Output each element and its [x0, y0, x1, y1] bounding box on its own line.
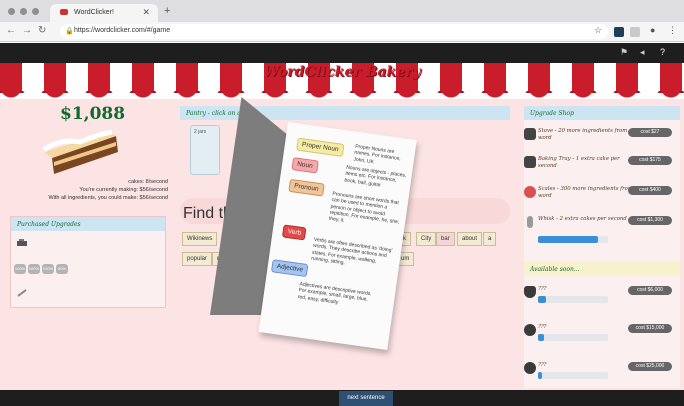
shop-item-baking-tray[interactable]: Baking Tray - 1 extra cake per second [538, 156, 638, 170]
tab-strip: WordClicker! ✕ + [0, 0, 684, 22]
next-sentence-button[interactable]: next sentence [339, 391, 393, 406]
word-tile[interactable]: Wikinews [182, 232, 218, 246]
pronoun-definition: Pronouns are short words that can be use… [328, 190, 400, 226]
shop-item-whisk[interactable]: Whisk - 2 extra cakes per second [538, 216, 638, 223]
awning-scallops [0, 87, 684, 99]
pronoun-button[interactable]: Pronoun [288, 178, 325, 197]
bookmark-star-icon[interactable]: ☆ [594, 25, 602, 36]
cost-badge[interactable]: cost $27 [628, 128, 672, 137]
menu-icon[interactable]: ⋮ [668, 25, 677, 36]
word-tile[interactable]: City [416, 232, 437, 246]
scales-icon [524, 186, 536, 198]
locked-item: ??? [538, 286, 547, 292]
game-toolbar: ⚑ ◂ ? [0, 43, 684, 63]
browser-tab[interactable]: WordClicker! ✕ [50, 4, 158, 22]
purchased-upgrades-title: Purchased Upgrades [11, 217, 165, 231]
upgrade-chip: 100% [14, 264, 26, 274]
extension-icon-2[interactable] [630, 27, 640, 37]
locked-item: ??? [538, 324, 547, 330]
whisk-progress-bar [538, 236, 608, 243]
potential-making: With all ingredients, you could make: $5… [48, 195, 168, 201]
upgrade-shop-panel [524, 106, 680, 388]
extension-icon[interactable] [614, 27, 624, 37]
close-tab-icon[interactable]: ✕ [142, 7, 150, 18]
baking-tray-icon [524, 156, 536, 168]
lock-icon: 🔒 [65, 28, 74, 35]
forward-icon[interactable]: → [22, 25, 32, 36]
adjective-button[interactable]: Adjective [270, 259, 309, 278]
url-text: https://wordclicker.com/#/game [74, 27, 171, 34]
upgrade-shop-title: Upgrade Shop [524, 106, 680, 120]
locked-item: ??? [538, 362, 547, 368]
url-bar[interactable]: 🔒 https://wordclicker.com/#/game [60, 24, 608, 39]
cost-badge: cost $6,000 [628, 286, 672, 295]
purchased-upgrades-panel: Purchased Upgrades [10, 216, 166, 308]
word-tile[interactable]: popular [182, 252, 213, 266]
back-icon[interactable]: ← [6, 25, 16, 36]
verb-definition: Verbs are often described as 'doing' wor… [310, 236, 393, 267]
cloud-silhouette-icon [524, 324, 536, 336]
help-icon[interactable]: ? [660, 47, 665, 57]
new-tab-icon[interactable]: + [164, 5, 170, 17]
adjective-definition: Adjectives are descriptive words. For ex… [297, 281, 373, 306]
cherry-silhouette-icon [524, 362, 536, 374]
cake-image[interactable] [40, 128, 120, 176]
cost-badge[interactable]: cost $1,300 [628, 216, 672, 225]
upgrade-chip: 50% [56, 264, 68, 274]
locked-progress-bar [538, 296, 608, 303]
window-controls[interactable] [8, 8, 39, 15]
reload-icon[interactable]: ↻ [38, 25, 46, 36]
available-soon-title: Available soon... [524, 262, 680, 276]
current-making: You're currently making: $56/second [79, 187, 168, 193]
locked-progress-bar [538, 334, 608, 341]
tab-title: WordClicker! [74, 9, 114, 16]
cost-badge: cost $25,000 [628, 362, 672, 371]
production-stats: cakes: 8/second You're currently making:… [10, 178, 168, 202]
word-tile[interactable]: bar [436, 232, 455, 246]
browser-chrome: WordClicker! ✕ + ← → ↻ 🔒 https://wordcli… [0, 0, 684, 42]
upgrade-chip: 100% [28, 264, 40, 274]
cost-badge[interactable]: cost $175 [628, 156, 672, 165]
shop-item-scales[interactable]: Scales - 300 more ingredients from word [538, 186, 638, 200]
game-logo: WordClicker Bakery [263, 64, 421, 80]
address-row: ← → ↻ 🔒 https://wordclicker.com/#/game ☆… [0, 22, 684, 42]
noun-button[interactable]: Noun [291, 157, 319, 174]
word-tile[interactable]: about [457, 232, 483, 246]
verb-button[interactable]: Verb [281, 224, 307, 241]
pantry-header: Pantry - click on an i [180, 106, 510, 120]
flag-icon[interactable]: ⚑ [620, 47, 628, 58]
proper-noun-button[interactable]: Proper Noun [296, 137, 345, 157]
stove-icon [524, 128, 536, 140]
whisk-upgrade-icon [17, 289, 27, 297]
locked-progress-bar [538, 372, 608, 379]
cost-badge: cost $15,000 [628, 324, 672, 333]
money-counter: $1,088 [60, 104, 126, 124]
cakes-rate: cakes: 8/second [128, 179, 168, 185]
mixer-silhouette-icon [524, 286, 536, 298]
upgrade-chip: 100% [42, 264, 54, 274]
stove-upgrade-icon [17, 239, 27, 246]
favicon-icon [60, 9, 68, 15]
shop-item-stove[interactable]: Stove - 20 more ingredients from word [538, 128, 638, 142]
cost-badge[interactable]: cost $400 [628, 186, 672, 195]
whisk-icon [527, 216, 533, 228]
word-tile[interactable]: a [483, 232, 497, 246]
sound-icon[interactable]: ◂ [640, 47, 645, 58]
ingredient-jar[interactable]: 2 jars [190, 125, 220, 175]
account-icon[interactable]: ● [650, 25, 655, 35]
